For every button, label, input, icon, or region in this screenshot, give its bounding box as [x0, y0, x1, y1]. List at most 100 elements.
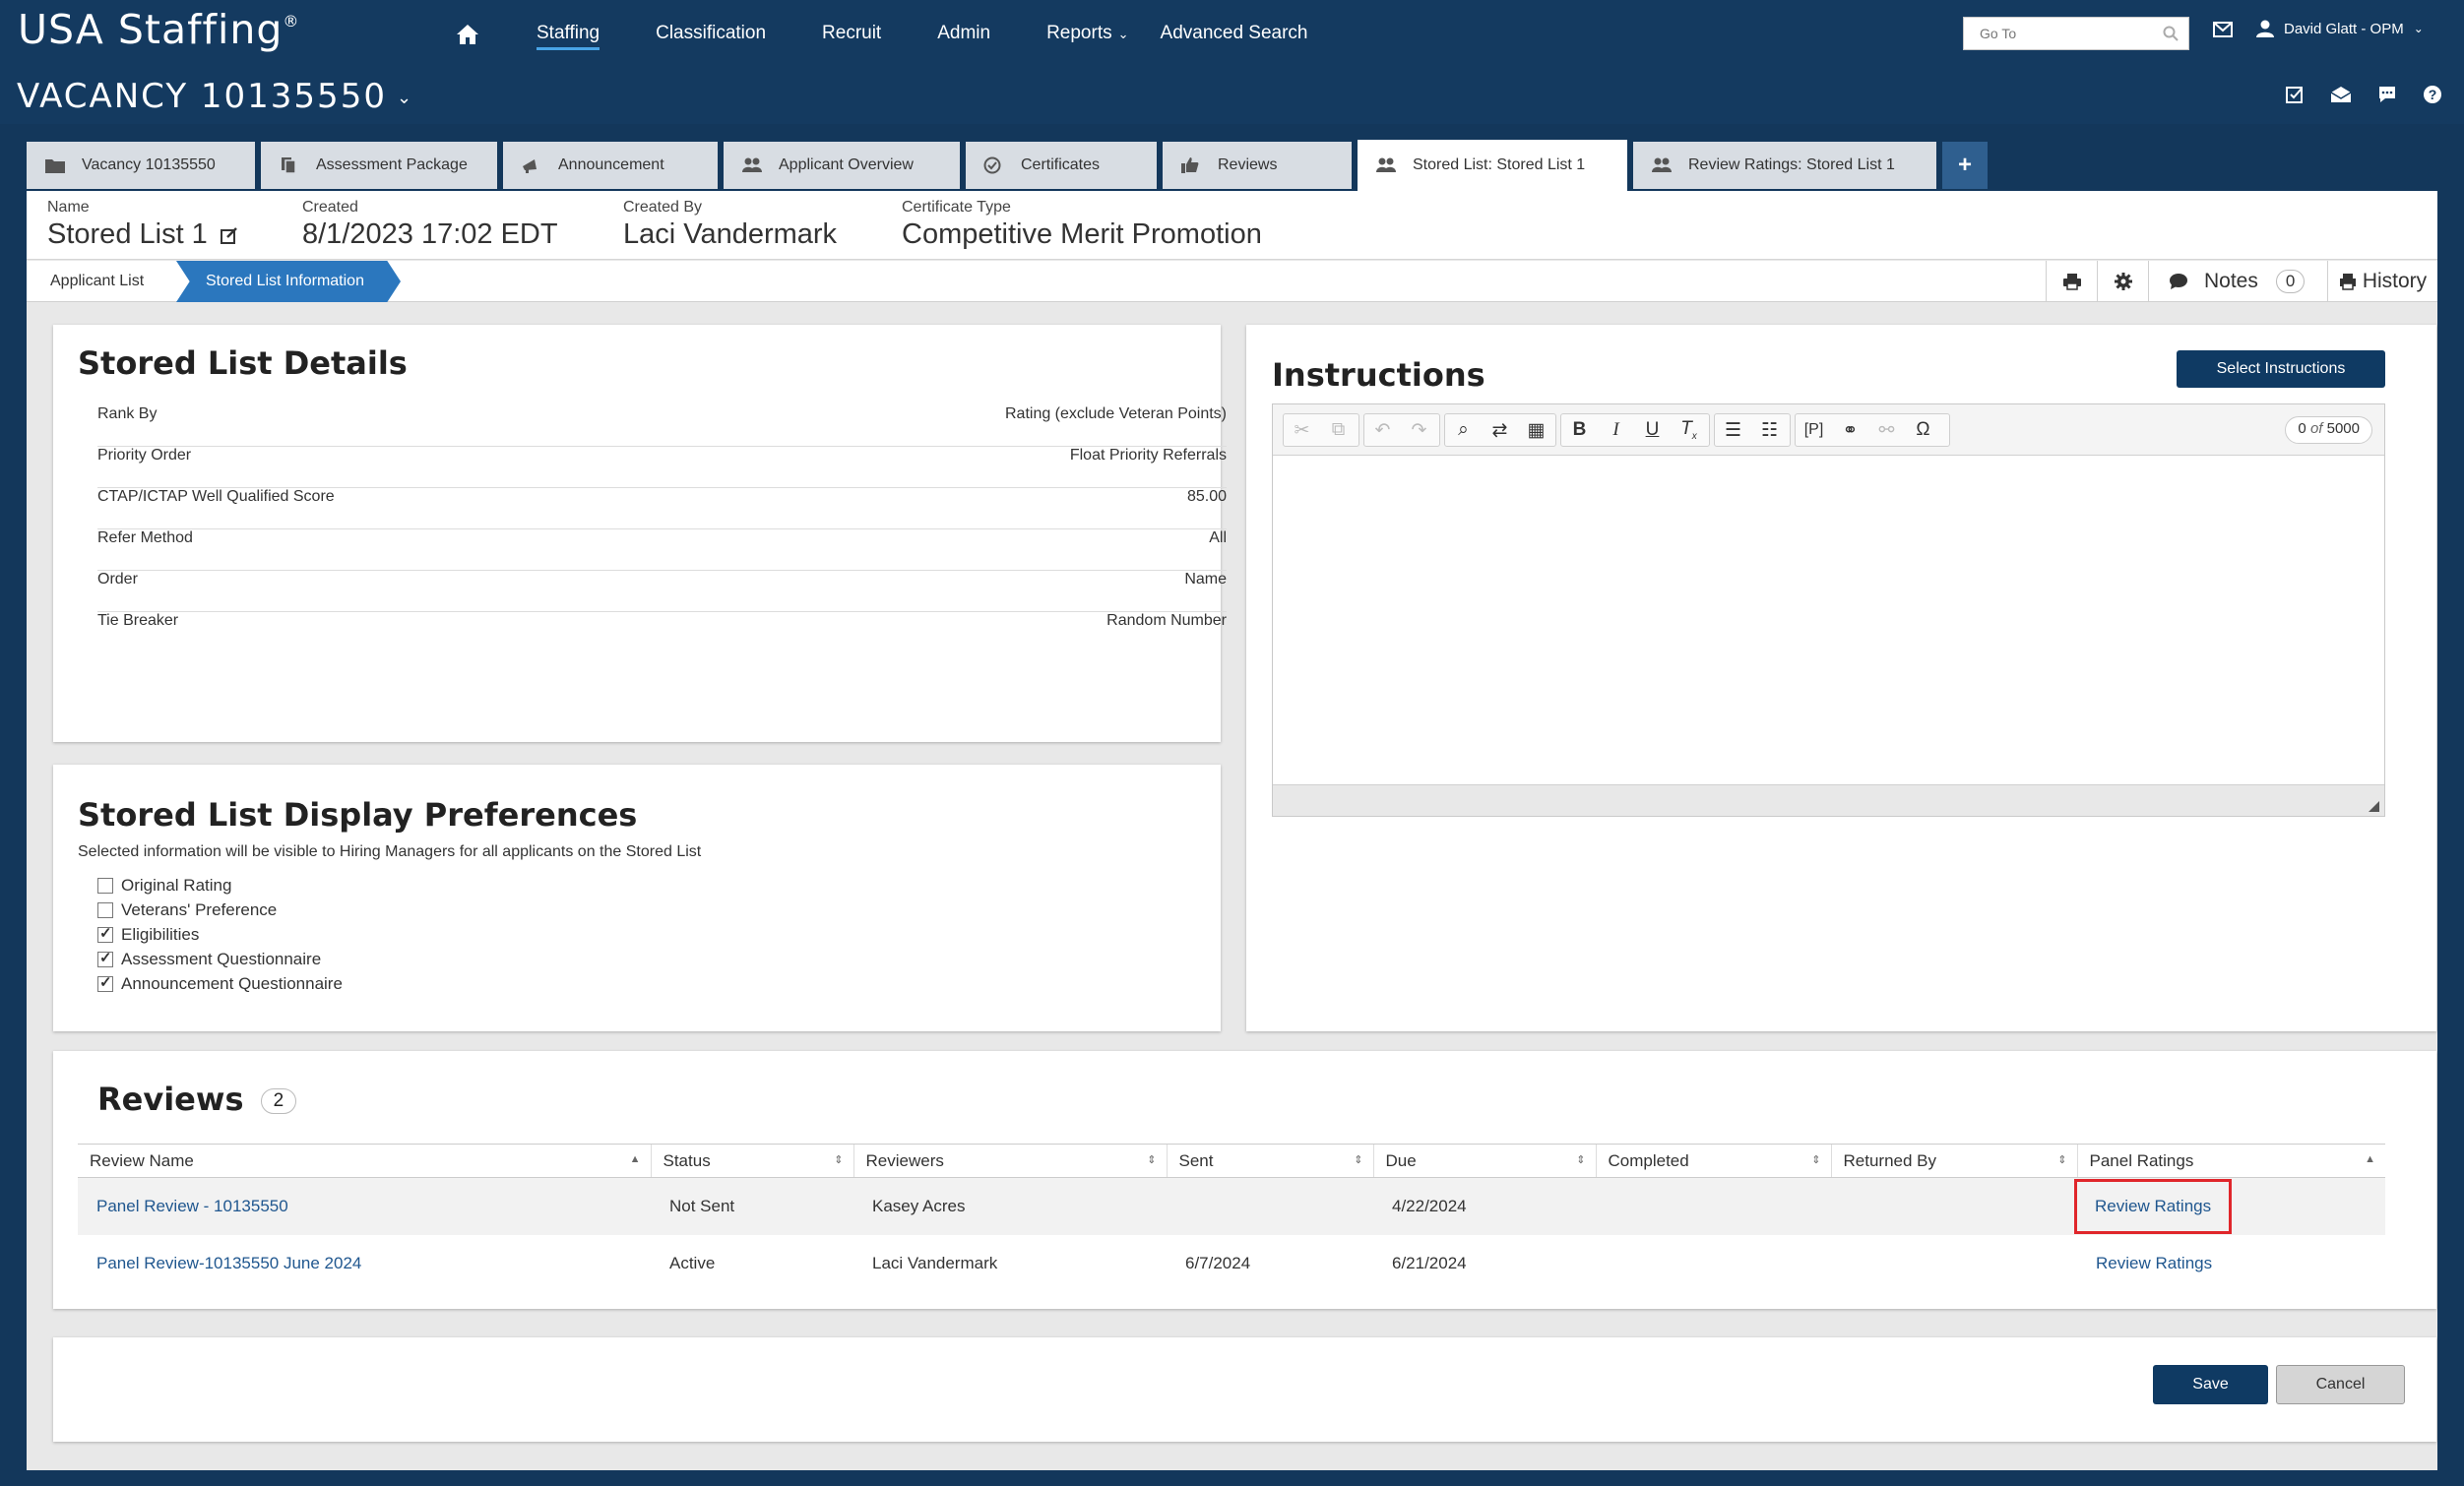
- cut-icon[interactable]: ✂: [1284, 419, 1320, 442]
- column-header-due[interactable]: Due ⇕: [1372, 1144, 1596, 1178]
- select-all-icon[interactable]: ▦: [1518, 419, 1554, 442]
- display-preferences-card: Stored List Display Preferences Selected…: [53, 765, 1221, 1031]
- remove-format-icon[interactable]: Tx: [1671, 418, 1707, 442]
- checkbox-box[interactable]: [97, 949, 113, 967]
- special-character-icon[interactable]: Ω: [1905, 419, 1941, 441]
- tab-announcement[interactable]: Announcement: [503, 142, 718, 189]
- tab-stored-list[interactable]: Stored List: Stored List 1: [1358, 140, 1627, 191]
- unlink-icon[interactable]: ⚯: [1868, 419, 1905, 442]
- column-header-label: Due: [1385, 1150, 1417, 1170]
- logo[interactable]: USA Staffing®: [18, 6, 299, 53]
- numbered-list-icon[interactable]: ☰: [1715, 419, 1751, 442]
- checkbox-announcement-questionnaire[interactable]: Announcement Questionnaire: [97, 971, 343, 996]
- tab-reviews[interactable]: Reviews: [1163, 142, 1352, 189]
- checkbox-veterans-preference[interactable]: Veterans' Preference: [97, 898, 343, 922]
- column-header-label: Status: [663, 1150, 711, 1170]
- preferences-title: Stored List Display Preferences: [78, 796, 638, 834]
- workflow-tabs: Vacancy 10135550 Assessment Package Anno…: [27, 140, 1993, 191]
- column-header-label: Sent: [1178, 1150, 1214, 1170]
- reviews-count-badge: 2: [260, 1088, 297, 1114]
- reviews-table: Review Name ▲ Status ⇕ Reviewers ⇕ Sent ⇕ Du…: [78, 1144, 2385, 1292]
- review-ratings-link[interactable]: Review Ratings: [2096, 1254, 2212, 1272]
- column-header-completed[interactable]: Completed ⇕: [1595, 1144, 1831, 1178]
- bold-icon[interactable]: B: [1561, 419, 1598, 441]
- user-icon: [2256, 20, 2274, 37]
- created-by-label: Created By: [623, 199, 703, 216]
- paragraph-icon[interactable]: [P]: [1796, 421, 1832, 439]
- checkbox-assessment-questionnaire[interactable]: Assessment Questionnaire: [97, 947, 343, 971]
- review-sent: [1167, 1177, 1373, 1235]
- tab-certificates[interactable]: Certificates: [966, 142, 1157, 189]
- checkbox-eligibilities[interactable]: Eligibilities: [97, 922, 343, 947]
- mail-icon[interactable]: [2213, 22, 2233, 37]
- checkbox-box[interactable]: [97, 973, 113, 992]
- review-name-link[interactable]: Panel Review - 10135550: [96, 1197, 288, 1215]
- detail-row: Order Name: [97, 571, 1227, 612]
- select-instructions-button[interactable]: Select Instructions: [2177, 350, 2385, 388]
- envelope-open-icon[interactable]: [2330, 85, 2352, 104]
- checkbox-box[interactable]: [97, 924, 113, 943]
- find-icon[interactable]: ⌕: [1445, 419, 1482, 441]
- replace-icon[interactable]: ⇄: [1482, 419, 1518, 442]
- detail-value: Name: [1184, 571, 1227, 588]
- save-button[interactable]: Save: [2153, 1365, 2268, 1404]
- checkbox-original-rating[interactable]: Original Rating: [97, 873, 343, 898]
- column-header-panel-ratings[interactable]: Panel Ratings ▲: [2076, 1144, 2385, 1178]
- table-header-row: Review Name ▲ Status ⇕ Reviewers ⇕ Sent ⇕ Du…: [78, 1144, 2385, 1178]
- detail-row: CTAP/ICTAP Well Qualified Score 85.00: [97, 488, 1227, 529]
- goto-input[interactable]: Go To: [1963, 17, 2189, 50]
- column-header-sent[interactable]: Sent ⇕: [1166, 1144, 1373, 1178]
- italic-icon[interactable]: I: [1598, 419, 1634, 441]
- nav-classification[interactable]: Classification: [656, 23, 766, 44]
- search-icon[interactable]: [2163, 26, 2179, 41]
- checklist-icon[interactable]: [2285, 85, 2305, 104]
- instructions-editor[interactable]: ✂ ⧉ ↶ ↷ ⌕ ⇄ ▦ B I U Tx ☰ ☷ [P] ⚭ ⚯ Ω 0 o…: [1272, 403, 2385, 817]
- print-button[interactable]: [2046, 261, 2097, 302]
- redo-icon[interactable]: ↷: [1401, 419, 1437, 442]
- tab-review-ratings[interactable]: Review Ratings: Stored List 1: [1633, 142, 1936, 189]
- cancel-button[interactable]: Cancel: [2276, 1365, 2405, 1404]
- home-icon[interactable]: [456, 24, 479, 45]
- undo-icon[interactable]: ↶: [1364, 419, 1401, 442]
- nav-admin[interactable]: Admin: [937, 23, 990, 44]
- tab-applicant-overview[interactable]: Applicant Overview: [724, 142, 960, 189]
- check-circle-icon: [983, 156, 1001, 174]
- checkbox-box[interactable]: [97, 877, 113, 894]
- review-ratings-link[interactable]: Review Ratings: [2095, 1197, 2211, 1215]
- sort-icon: ⇕: [1354, 1154, 1363, 1166]
- nav-reports[interactable]: Reports ⌄: [1046, 23, 1128, 44]
- help-icon[interactable]: ?: [2423, 85, 2442, 104]
- breadcrumb-stored-list-information[interactable]: Stored List Information: [176, 261, 401, 302]
- sort-icon: ⇕: [1811, 1154, 1821, 1166]
- underline-icon[interactable]: U: [1634, 419, 1671, 441]
- settings-button[interactable]: [2097, 261, 2148, 302]
- checkbox-box[interactable]: [97, 901, 113, 918]
- nav-recruit[interactable]: Recruit: [822, 23, 881, 44]
- review-completed: [1596, 1235, 1831, 1292]
- vacancy-title[interactable]: VACANCY 10135550 ⌄: [17, 77, 411, 116]
- nav-advanced-search[interactable]: Advanced Search: [1161, 23, 1308, 44]
- resize-handle-icon[interactable]: [2367, 799, 2380, 813]
- tab-assessment-package[interactable]: Assessment Package: [261, 142, 497, 189]
- link-icon[interactable]: ⚭: [1832, 419, 1868, 442]
- column-header-reviewers[interactable]: Reviewers ⇕: [853, 1144, 1167, 1178]
- notes-button[interactable]: Notes 0: [2148, 261, 2327, 302]
- history-button[interactable]: History: [2327, 261, 2437, 302]
- nav-staffing[interactable]: Staffing: [537, 23, 600, 50]
- tab-vacancy[interactable]: Vacancy 10135550: [27, 142, 255, 189]
- column-header-status[interactable]: Status ⇕: [650, 1144, 853, 1178]
- user-menu[interactable]: David Glatt - OPM ⌄: [2256, 20, 2424, 37]
- breadcrumb-applicant-list[interactable]: Applicant List: [27, 261, 176, 302]
- printer-icon: [2062, 274, 2081, 290]
- copy-icon[interactable]: ⧉: [1320, 419, 1357, 441]
- edit-icon[interactable]: [220, 225, 239, 245]
- tab-label: Announcement: [558, 156, 664, 173]
- column-header-review-name[interactable]: Review Name ▲: [78, 1144, 651, 1178]
- detail-label: Tie Breaker: [97, 612, 179, 629]
- review-name-link[interactable]: Panel Review-10135550 June 2024: [96, 1254, 361, 1272]
- add-tab-button[interactable]: +: [1942, 142, 1988, 189]
- column-header-returned-by[interactable]: Returned By ⇕: [1830, 1144, 2077, 1178]
- comment-icon[interactable]: [2377, 85, 2397, 104]
- review-reviewers: Laci Vandermark: [872, 1253, 998, 1272]
- bulleted-list-icon[interactable]: ☷: [1751, 419, 1788, 442]
